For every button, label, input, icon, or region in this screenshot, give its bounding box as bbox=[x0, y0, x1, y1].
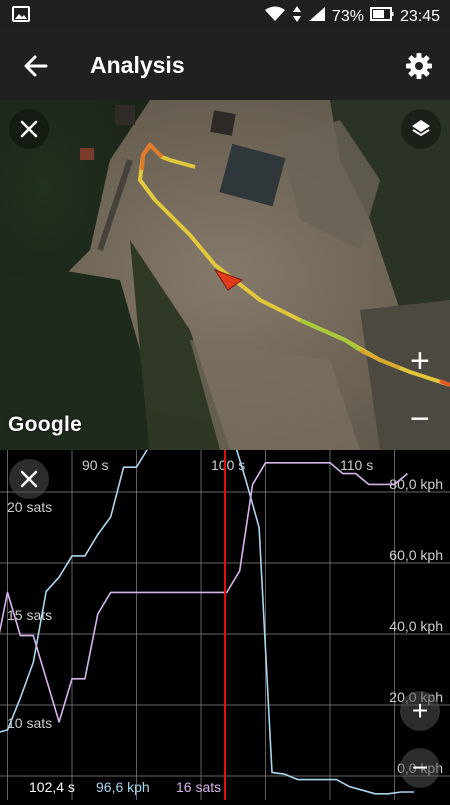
close-icon bbox=[20, 120, 38, 138]
x-tick-label: 110 s bbox=[340, 457, 373, 473]
zoom-out-label: − bbox=[411, 752, 429, 783]
chart-close-button[interactable] bbox=[9, 459, 49, 499]
left-axis-tick-label: 20 sats bbox=[7, 499, 52, 515]
map-layers-button[interactable] bbox=[401, 109, 441, 149]
cursor-sats-readout: 16 sats bbox=[176, 779, 222, 795]
map-zoom-out-button[interactable]: − bbox=[410, 400, 430, 439]
clock: 23:45 bbox=[399, 7, 440, 25]
x-tick-label: 90 s bbox=[82, 457, 108, 473]
gear-icon bbox=[406, 53, 432, 79]
left-axis-tick-label: 10 sats bbox=[7, 715, 52, 731]
battery-percent: 73% bbox=[331, 7, 364, 25]
battery-icon bbox=[369, 6, 394, 27]
right-axis-tick-label: 60,0 kph bbox=[389, 547, 443, 563]
cursor-time-readout: 102,4 s bbox=[29, 779, 75, 795]
analysis-chart[interactable]: 90 s 100 s 110 s 20 sats 15 sats 10 sats 80,0 … bbox=[0, 420, 450, 800]
chart-plot: 90 s 100 s 110 s20 sats15 sats10 sats80,0 … bbox=[0, 420, 450, 800]
settings-button[interactable] bbox=[404, 51, 434, 81]
right-axis-tick-label: 40,0 kph bbox=[389, 618, 443, 634]
cursor-speed-readout: 96,6 kph bbox=[96, 779, 150, 795]
layers-icon bbox=[412, 120, 430, 137]
image-notification-icon bbox=[12, 6, 30, 27]
wifi-icon bbox=[264, 6, 286, 27]
satellites-series-line bbox=[0, 462, 408, 723]
map-zoom-in-button[interactable]: + bbox=[410, 342, 430, 381]
satellite-map[interactable]: + − Google bbox=[0, 100, 450, 450]
map-close-button[interactable] bbox=[9, 109, 49, 149]
back-button[interactable] bbox=[22, 52, 50, 80]
page-title: Analysis bbox=[90, 52, 185, 78]
zoom-in-label: + bbox=[411, 695, 429, 726]
chart-zoom-in-button[interactable]: + bbox=[400, 691, 440, 731]
google-attribution: Google bbox=[8, 413, 83, 436]
speed-series-line bbox=[0, 420, 414, 795]
arrow-back-icon bbox=[24, 55, 48, 77]
data-arrows-icon bbox=[292, 5, 302, 28]
close-icon bbox=[20, 470, 38, 488]
chart-zoom-out-button[interactable]: − bbox=[400, 748, 440, 788]
signal-icon bbox=[308, 6, 326, 27]
app-bar: Analysis bbox=[0, 30, 450, 100]
status-bar: 73% 23:45 bbox=[0, 0, 450, 30]
right-axis-tick-label: 80,0 kph bbox=[389, 476, 443, 492]
map-imagery bbox=[0, 100, 450, 450]
